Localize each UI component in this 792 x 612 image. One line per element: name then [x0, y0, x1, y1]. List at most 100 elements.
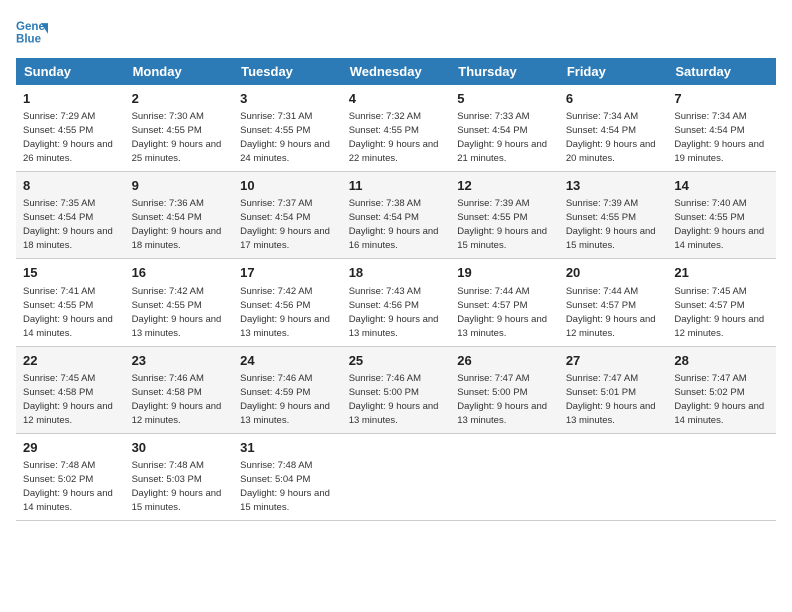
day-info: Sunrise: 7:45 AMSunset: 4:58 PMDaylight:… [23, 373, 113, 426]
day-cell: 18 Sunrise: 7:43 AMSunset: 4:56 PMDaylig… [342, 259, 451, 346]
day-info: Sunrise: 7:41 AMSunset: 4:55 PMDaylight:… [23, 286, 113, 339]
day-info: Sunrise: 7:31 AMSunset: 4:55 PMDaylight:… [240, 111, 330, 164]
day-number: 29 [23, 439, 118, 457]
day-number: 13 [566, 177, 661, 195]
day-info: Sunrise: 7:34 AMSunset: 4:54 PMDaylight:… [566, 111, 656, 164]
day-cell: 29 Sunrise: 7:48 AMSunset: 5:02 PMDaylig… [16, 433, 125, 520]
day-number: 26 [457, 352, 552, 370]
day-number: 12 [457, 177, 552, 195]
col-header-wednesday: Wednesday [342, 58, 451, 85]
day-info: Sunrise: 7:33 AMSunset: 4:54 PMDaylight:… [457, 111, 547, 164]
day-cell: 23 Sunrise: 7:46 AMSunset: 4:58 PMDaylig… [125, 346, 234, 433]
day-cell: 5 Sunrise: 7:33 AMSunset: 4:54 PMDayligh… [450, 85, 559, 172]
day-number: 30 [132, 439, 227, 457]
day-cell: 7 Sunrise: 7:34 AMSunset: 4:54 PMDayligh… [667, 85, 776, 172]
day-cell: 20 Sunrise: 7:44 AMSunset: 4:57 PMDaylig… [559, 259, 668, 346]
day-cell: 24 Sunrise: 7:46 AMSunset: 4:59 PMDaylig… [233, 346, 342, 433]
logo: General Blue [16, 16, 48, 48]
day-cell: 22 Sunrise: 7:45 AMSunset: 4:58 PMDaylig… [16, 346, 125, 433]
day-cell: 15 Sunrise: 7:41 AMSunset: 4:55 PMDaylig… [16, 259, 125, 346]
col-header-thursday: Thursday [450, 58, 559, 85]
day-number: 18 [349, 264, 444, 282]
day-cell: 13 Sunrise: 7:39 AMSunset: 4:55 PMDaylig… [559, 172, 668, 259]
day-number: 10 [240, 177, 335, 195]
day-info: Sunrise: 7:37 AMSunset: 4:54 PMDaylight:… [240, 198, 330, 251]
day-info: Sunrise: 7:39 AMSunset: 4:55 PMDaylight:… [457, 198, 547, 251]
day-cell [667, 433, 776, 520]
day-cell: 30 Sunrise: 7:48 AMSunset: 5:03 PMDaylig… [125, 433, 234, 520]
day-info: Sunrise: 7:46 AMSunset: 4:59 PMDaylight:… [240, 373, 330, 426]
day-info: Sunrise: 7:30 AMSunset: 4:55 PMDaylight:… [132, 111, 222, 164]
col-header-friday: Friday [559, 58, 668, 85]
day-info: Sunrise: 7:42 AMSunset: 4:55 PMDaylight:… [132, 286, 222, 339]
day-cell: 21 Sunrise: 7:45 AMSunset: 4:57 PMDaylig… [667, 259, 776, 346]
day-number: 2 [132, 90, 227, 108]
day-cell: 27 Sunrise: 7:47 AMSunset: 5:01 PMDaylig… [559, 346, 668, 433]
day-cell: 9 Sunrise: 7:36 AMSunset: 4:54 PMDayligh… [125, 172, 234, 259]
day-info: Sunrise: 7:48 AMSunset: 5:03 PMDaylight:… [132, 460, 222, 513]
day-cell [559, 433, 668, 520]
day-info: Sunrise: 7:32 AMSunset: 4:55 PMDaylight:… [349, 111, 439, 164]
calendar-table: SundayMondayTuesdayWednesdayThursdayFrid… [16, 58, 776, 521]
day-number: 8 [23, 177, 118, 195]
day-cell: 26 Sunrise: 7:47 AMSunset: 5:00 PMDaylig… [450, 346, 559, 433]
day-cell: 16 Sunrise: 7:42 AMSunset: 4:55 PMDaylig… [125, 259, 234, 346]
day-info: Sunrise: 7:36 AMSunset: 4:54 PMDaylight:… [132, 198, 222, 251]
day-info: Sunrise: 7:34 AMSunset: 4:54 PMDaylight:… [674, 111, 764, 164]
week-row-3: 15 Sunrise: 7:41 AMSunset: 4:55 PMDaylig… [16, 259, 776, 346]
day-number: 9 [132, 177, 227, 195]
day-info: Sunrise: 7:29 AMSunset: 4:55 PMDaylight:… [23, 111, 113, 164]
day-info: Sunrise: 7:45 AMSunset: 4:57 PMDaylight:… [674, 286, 764, 339]
day-cell: 11 Sunrise: 7:38 AMSunset: 4:54 PMDaylig… [342, 172, 451, 259]
day-cell: 10 Sunrise: 7:37 AMSunset: 4:54 PMDaylig… [233, 172, 342, 259]
day-cell: 8 Sunrise: 7:35 AMSunset: 4:54 PMDayligh… [16, 172, 125, 259]
day-info: Sunrise: 7:38 AMSunset: 4:54 PMDaylight:… [349, 198, 439, 251]
day-info: Sunrise: 7:46 AMSunset: 4:58 PMDaylight:… [132, 373, 222, 426]
day-cell: 28 Sunrise: 7:47 AMSunset: 5:02 PMDaylig… [667, 346, 776, 433]
day-info: Sunrise: 7:48 AMSunset: 5:02 PMDaylight:… [23, 460, 113, 513]
day-number: 6 [566, 90, 661, 108]
day-cell: 14 Sunrise: 7:40 AMSunset: 4:55 PMDaylig… [667, 172, 776, 259]
day-number: 3 [240, 90, 335, 108]
day-number: 25 [349, 352, 444, 370]
week-row-5: 29 Sunrise: 7:48 AMSunset: 5:02 PMDaylig… [16, 433, 776, 520]
week-row-4: 22 Sunrise: 7:45 AMSunset: 4:58 PMDaylig… [16, 346, 776, 433]
day-number: 11 [349, 177, 444, 195]
day-cell: 2 Sunrise: 7:30 AMSunset: 4:55 PMDayligh… [125, 85, 234, 172]
week-row-2: 8 Sunrise: 7:35 AMSunset: 4:54 PMDayligh… [16, 172, 776, 259]
day-info: Sunrise: 7:44 AMSunset: 4:57 PMDaylight:… [457, 286, 547, 339]
day-number: 31 [240, 439, 335, 457]
day-cell: 31 Sunrise: 7:48 AMSunset: 5:04 PMDaylig… [233, 433, 342, 520]
week-row-1: 1 Sunrise: 7:29 AMSunset: 4:55 PMDayligh… [16, 85, 776, 172]
day-number: 7 [674, 90, 769, 108]
day-info: Sunrise: 7:46 AMSunset: 5:00 PMDaylight:… [349, 373, 439, 426]
day-cell: 25 Sunrise: 7:46 AMSunset: 5:00 PMDaylig… [342, 346, 451, 433]
day-cell: 17 Sunrise: 7:42 AMSunset: 4:56 PMDaylig… [233, 259, 342, 346]
col-header-sunday: Sunday [16, 58, 125, 85]
day-number: 4 [349, 90, 444, 108]
day-cell: 19 Sunrise: 7:44 AMSunset: 4:57 PMDaylig… [450, 259, 559, 346]
day-number: 27 [566, 352, 661, 370]
day-number: 20 [566, 264, 661, 282]
day-info: Sunrise: 7:40 AMSunset: 4:55 PMDaylight:… [674, 198, 764, 251]
day-number: 17 [240, 264, 335, 282]
day-number: 19 [457, 264, 552, 282]
col-header-monday: Monday [125, 58, 234, 85]
day-info: Sunrise: 7:42 AMSunset: 4:56 PMDaylight:… [240, 286, 330, 339]
day-info: Sunrise: 7:39 AMSunset: 4:55 PMDaylight:… [566, 198, 656, 251]
day-info: Sunrise: 7:35 AMSunset: 4:54 PMDaylight:… [23, 198, 113, 251]
day-info: Sunrise: 7:47 AMSunset: 5:02 PMDaylight:… [674, 373, 764, 426]
col-header-tuesday: Tuesday [233, 58, 342, 85]
day-number: 24 [240, 352, 335, 370]
day-number: 16 [132, 264, 227, 282]
day-info: Sunrise: 7:48 AMSunset: 5:04 PMDaylight:… [240, 460, 330, 513]
day-number: 1 [23, 90, 118, 108]
day-info: Sunrise: 7:44 AMSunset: 4:57 PMDaylight:… [566, 286, 656, 339]
day-number: 14 [674, 177, 769, 195]
day-cell: 4 Sunrise: 7:32 AMSunset: 4:55 PMDayligh… [342, 85, 451, 172]
day-number: 23 [132, 352, 227, 370]
day-info: Sunrise: 7:47 AMSunset: 5:00 PMDaylight:… [457, 373, 547, 426]
col-header-saturday: Saturday [667, 58, 776, 85]
day-cell: 12 Sunrise: 7:39 AMSunset: 4:55 PMDaylig… [450, 172, 559, 259]
day-number: 21 [674, 264, 769, 282]
